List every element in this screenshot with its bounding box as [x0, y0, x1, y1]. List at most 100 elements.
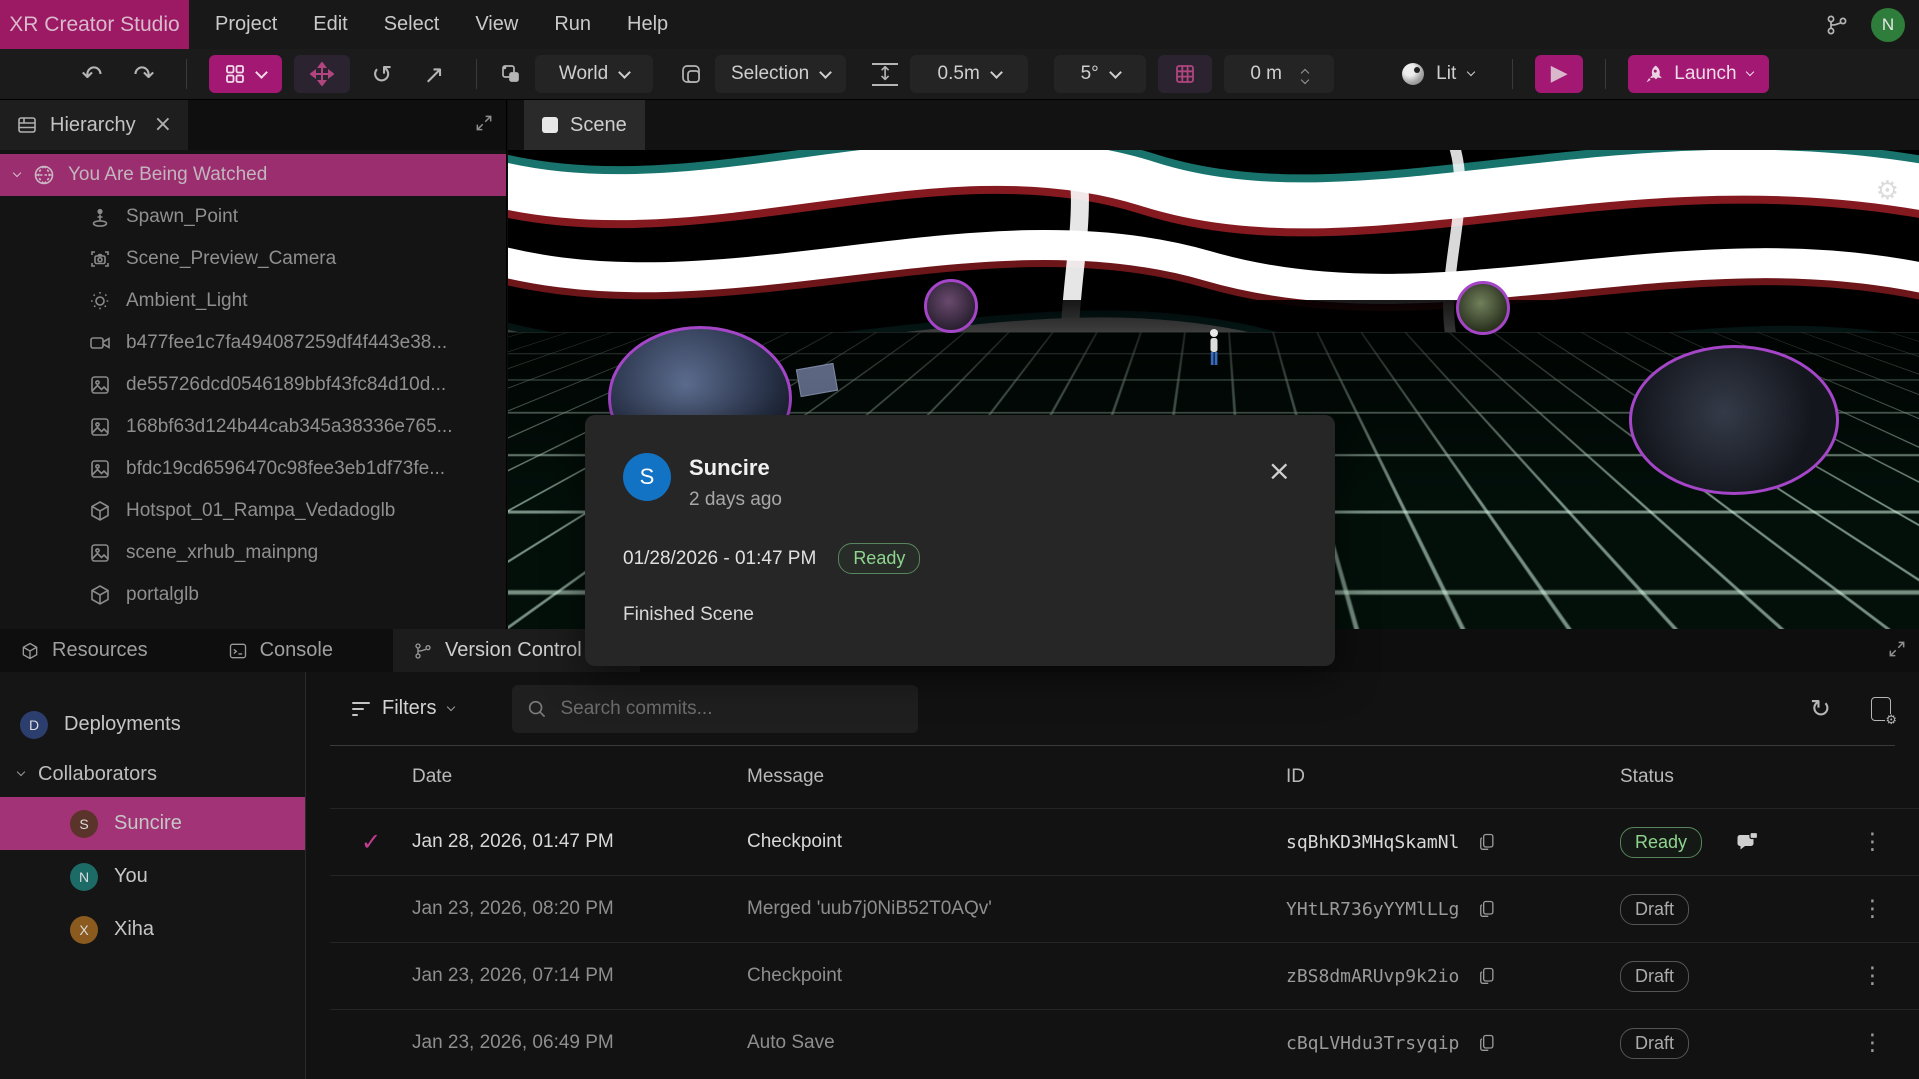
commit-settings-icon[interactable]: ⚙	[1871, 697, 1891, 721]
kebab-menu-icon[interactable]: ⋮	[1826, 831, 1919, 854]
scale-tool-button[interactable]: ↗	[414, 62, 454, 87]
menu-project[interactable]: Project	[197, 0, 295, 49]
hierarchy-item-portal[interactable]: portalglb	[0, 574, 506, 616]
lighting-dropdown[interactable]: Lit	[1386, 55, 1490, 93]
version-sidebar: D Deployments Collaborators S Suncire N …	[0, 672, 306, 1079]
scene-settings-gear-icon[interactable]: ⚙	[1876, 178, 1899, 204]
sidebar-item-deployments[interactable]: D Deployments	[0, 698, 305, 751]
copy-icon[interactable]	[1477, 831, 1497, 853]
hierarchy-tab-label: Hierarchy	[50, 114, 136, 137]
cube-icon	[88, 583, 112, 607]
console-tab-label: Console	[260, 639, 333, 662]
chevron-down-icon[interactable]	[13, 169, 21, 177]
copy-icon[interactable]	[1477, 1032, 1497, 1054]
copy-icon[interactable]	[1477, 898, 1497, 920]
hierarchy-item-label: scene_xrhub_mainpng	[126, 542, 318, 564]
commit-row[interactable]: Jan 23, 2026, 07:14 PM Checkpoint zBS8dm…	[330, 942, 1919, 1009]
menu-view[interactable]: View	[457, 0, 536, 49]
hierarchy-item-hotspot[interactable]: Hotspot_01_Rampa_Vedadoglb	[0, 490, 506, 532]
user-avatar[interactable]: N	[1871, 8, 1905, 42]
comment-icon[interactable]	[1736, 830, 1826, 854]
expand-icon[interactable]	[1887, 639, 1907, 659]
close-icon[interactable]: ×	[154, 114, 172, 136]
kebab-menu-icon[interactable]: ⋮	[1826, 965, 1919, 988]
chevron-down-icon	[990, 66, 1003, 79]
redo-button[interactable]: ↷	[124, 62, 164, 87]
commit-date: Jan 28, 2026, 01:47 PM	[412, 831, 747, 853]
author-avatar: S	[623, 453, 671, 501]
rocket-icon	[1644, 64, 1664, 84]
hierarchy-item-spawn-point[interactable]: Spawn_Point	[0, 196, 506, 238]
copy-icon[interactable]	[1477, 965, 1497, 987]
hierarchy-item-ambient-light[interactable]: Ambient_Light	[0, 280, 506, 322]
hierarchy-item-preview-camera[interactable]: Scene_Preview_Camera	[0, 238, 506, 280]
cube-icon	[88, 499, 112, 523]
view-mode-button[interactable]	[209, 55, 282, 93]
commit-detail-dialog: S Suncire 2 days ago × 01/28/2026 - 01:4…	[585, 415, 1335, 666]
commit-row[interactable]: ✓ Jan 28, 2026, 01:47 PM Checkpoint sqBh…	[330, 808, 1919, 875]
collaborators-label: Collaborators	[38, 763, 157, 786]
kebab-menu-icon[interactable]: ⋮	[1826, 898, 1919, 921]
commit-time-ago: 2 days ago	[689, 489, 782, 511]
commit-row[interactable]: Jan 23, 2026, 08:20 PM Merged 'uub7j0NiB…	[330, 875, 1919, 942]
undo-button[interactable]: ↶	[72, 62, 112, 87]
rotate-step-dropdown[interactable]: 5°	[1054, 55, 1146, 93]
tab-scene[interactable]: Scene	[524, 100, 645, 150]
collaborator-you[interactable]: N You	[0, 850, 305, 903]
world-space-dropdown[interactable]: World	[535, 55, 653, 93]
tab-hierarchy[interactable]: Hierarchy ×	[0, 100, 188, 150]
grid-snap-button[interactable]	[1158, 55, 1212, 93]
hierarchy-item-image-3[interactable]: bfdc19cd6596470c98fee3eb1df73fe...	[0, 448, 506, 490]
image-icon	[88, 415, 112, 439]
tab-resources[interactable]: Resources	[0, 629, 168, 672]
menu-run[interactable]: Run	[536, 0, 609, 49]
commit-date: Jan 23, 2026, 07:14 PM	[412, 965, 747, 987]
commit-row[interactable]: Jan 23, 2026, 06:49 PM Auto Save cBqLVHd…	[330, 1009, 1919, 1076]
hierarchy-item-image-1[interactable]: de55726dcd0546189bbf43fc84d10d...	[0, 364, 506, 406]
menu-select[interactable]: Select	[366, 0, 458, 49]
hierarchy-item-image-2[interactable]: 168bf63d124b44cab345a38336e765...	[0, 406, 506, 448]
hierarchy-item-scene-image[interactable]: scene_xrhub_mainpng	[0, 532, 506, 574]
menu-edit[interactable]: Edit	[295, 0, 365, 49]
chevron-down-icon	[1109, 66, 1122, 79]
close-icon[interactable]: ×	[1262, 453, 1297, 489]
hierarchy-item-label: 168bf63d124b44cab345a38336e765...	[126, 416, 453, 438]
collaborator-xiha[interactable]: X Xiha	[0, 903, 305, 956]
lit-label: Lit	[1436, 63, 1456, 85]
hierarchy-item-label: Hotspot_01_Rampa_Vedadoglb	[126, 500, 395, 522]
launch-button[interactable]: Launch	[1628, 55, 1768, 93]
search-commits-input[interactable]	[512, 685, 918, 733]
filters-label: Filters	[382, 697, 436, 720]
chevron-down-icon	[618, 66, 631, 79]
move-tool-button[interactable]	[294, 55, 350, 93]
snap-height-icon[interactable]: ↕	[872, 63, 898, 86]
chevron-down-icon	[447, 702, 455, 710]
move-step-label: 0.5m	[938, 63, 980, 85]
refresh-icon[interactable]: ↻	[1810, 696, 1831, 721]
collaborator-suncire[interactable]: S Suncire	[0, 797, 305, 850]
chevron-down-icon	[1467, 68, 1475, 76]
collaborators-header[interactable]: Collaborators	[0, 751, 305, 797]
play-button[interactable]: ▶	[1535, 55, 1583, 93]
globe-icon	[32, 163, 56, 187]
app-logo[interactable]: XR Creator Studio	[0, 0, 189, 49]
video-icon	[88, 331, 112, 355]
filters-dropdown[interactable]: Filters	[352, 697, 454, 720]
menu-help[interactable]: Help	[609, 0, 686, 49]
move-step-dropdown[interactable]: 0.5m	[910, 55, 1028, 93]
commit-datetime: 01/28/2026 - 01:47 PM	[623, 548, 816, 570]
expand-icon[interactable]	[474, 113, 494, 133]
terminal-icon	[228, 641, 248, 661]
hierarchy-item-video[interactable]: b477fee1c7fa494087259df4f443e38...	[0, 322, 506, 364]
kebab-menu-icon[interactable]: ⋮	[1826, 1032, 1919, 1055]
rotate-tool-button[interactable]: ↺	[362, 62, 402, 87]
selection-dropdown[interactable]: Selection	[715, 55, 846, 93]
tab-console[interactable]: Console	[208, 629, 353, 672]
hierarchy-item-root[interactable]: You Are Being Watched	[0, 154, 506, 196]
step-down-icon[interactable]	[1301, 75, 1309, 83]
branch-icon[interactable]	[1825, 13, 1849, 37]
avatar: N	[70, 863, 98, 891]
chevron-down-icon	[1745, 68, 1753, 76]
grid-height-stepper[interactable]: 0 m	[1224, 55, 1334, 93]
branch-icon	[413, 641, 433, 661]
